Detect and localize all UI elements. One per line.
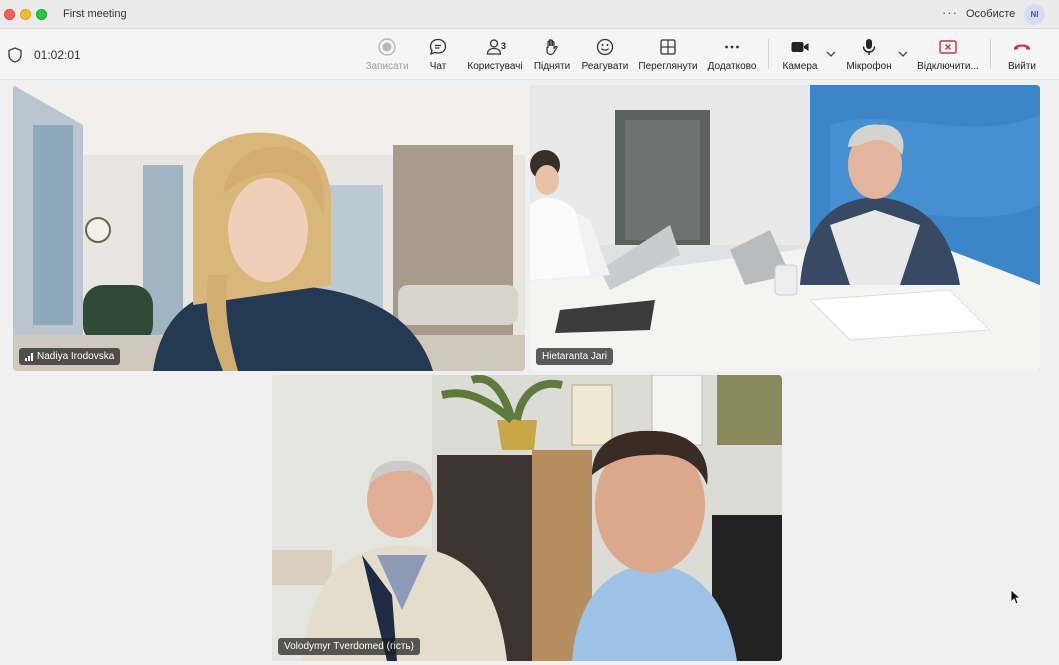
people-label: Користувачі (467, 61, 523, 72)
leave-label: Вийти (1007, 61, 1036, 72)
avatar[interactable]: NI (1024, 4, 1045, 25)
view-label: Переглянути (638, 61, 698, 72)
mic-options-chevron-icon[interactable] (897, 49, 909, 59)
video-feed (272, 375, 782, 661)
toolbar-divider (768, 39, 769, 69)
toolbar-divider (990, 39, 991, 69)
signal-strength-icon (25, 352, 33, 361)
close-window-button[interactable] (4, 9, 15, 20)
more-icon (725, 45, 739, 49)
chat-button[interactable]: Чат (424, 37, 452, 77)
raise-label: Підняти (533, 61, 571, 72)
smiley-icon (596, 38, 614, 56)
video-camera-icon (791, 42, 809, 52)
people-count: 3 (501, 41, 507, 51)
stop-share-icon (939, 40, 957, 54)
participant-name: Volodymyr Tverdomed (гість) (284, 641, 414, 652)
camera-button[interactable]: Камера (780, 37, 820, 77)
participant-name: Nadiya Irodovska (37, 351, 115, 362)
share-label: Відключити... (917, 61, 979, 72)
microphone-button[interactable]: Мікрофон (845, 37, 893, 77)
more-options-icon[interactable]: ··· (942, 5, 958, 20)
hand-icon (546, 39, 558, 56)
participant-name-tag: Volodymyr Tverdomed (гість) (278, 638, 420, 655)
microphone-icon (862, 39, 876, 55)
video-tile-hietaranta-jari[interactable]: Hietaranta Jari (530, 85, 1040, 371)
grid-view-icon (660, 39, 676, 55)
shield-icon (8, 47, 22, 63)
react-button[interactable]: Реагувати (579, 37, 631, 77)
video-feed (13, 85, 525, 371)
record-icon (378, 38, 396, 56)
maximize-window-button[interactable] (36, 9, 47, 20)
people-button[interactable]: 3 Користувачі (464, 37, 526, 77)
view-button[interactable]: Переглянути (636, 37, 700, 77)
mouse-cursor-icon (1010, 589, 1020, 605)
profile-label[interactable]: Особисте (966, 8, 1015, 20)
raise-hand-button[interactable]: Підняти (532, 37, 572, 77)
meeting-toolbar: 01:02:01 Записати Чат 3 Користувачі Підн… (0, 29, 1059, 80)
participant-name-tag: Hietaranta Jari (536, 348, 614, 365)
meeting-timer: 01:02:01 (34, 48, 81, 62)
more-button[interactable]: Додатково (705, 37, 759, 77)
title-bar: First meeting ··· Особисте NI (0, 0, 1059, 29)
avatar-initials: NI (1030, 10, 1039, 19)
more-label: Додатково (707, 61, 757, 72)
leave-button[interactable]: Вийти (1004, 37, 1040, 77)
camera-options-chevron-icon[interactable] (825, 49, 837, 59)
record-label: Записати (365, 61, 409, 72)
camera-label: Камера (782, 61, 818, 72)
hang-up-icon (1014, 44, 1030, 50)
video-tile-volodymyr-tverdomed[interactable]: Volodymyr Tverdomed (гість) (272, 375, 782, 661)
react-label: Реагувати (581, 61, 629, 72)
minimize-window-button[interactable] (20, 9, 31, 20)
participant-name-tag: Nadiya Irodovska (19, 348, 121, 365)
participant-name: Hietaranta Jari (542, 351, 608, 362)
window-title: First meeting (63, 8, 127, 20)
video-tile-nadiya-irodovska[interactable]: Nadiya Irodovska (13, 85, 525, 371)
stop-share-button[interactable]: Відключити... (916, 37, 980, 77)
chat-label: Чат (429, 61, 447, 72)
record-button[interactable]: Записати (362, 37, 412, 77)
mic-label: Мікрофон (846, 61, 892, 72)
video-feed (530, 85, 1040, 371)
chat-icon (429, 38, 447, 56)
